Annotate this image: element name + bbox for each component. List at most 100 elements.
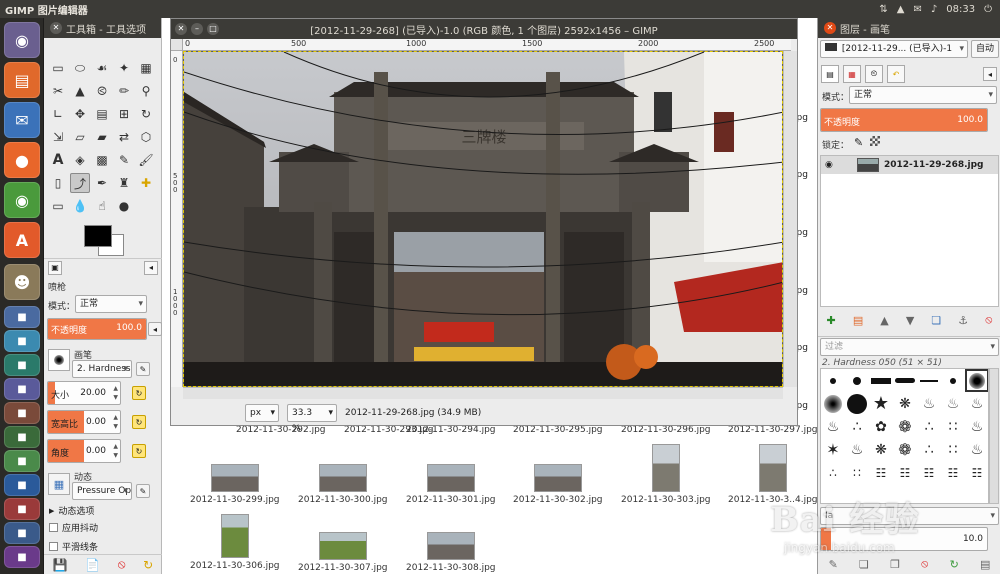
brush-cell[interactable]: ∷ (845, 461, 869, 484)
fuzzy-select-icon[interactable]: ✦ (114, 58, 134, 78)
scissors-icon[interactable]: ✂ (48, 81, 68, 101)
lower-layer-icon[interactable]: ▼ (906, 314, 914, 327)
auto-button[interactable]: 自动 (971, 40, 999, 58)
flip-icon[interactable]: ⇄ (114, 127, 134, 147)
unit-select[interactable]: px (245, 404, 279, 422)
dynamics-options-expander[interactable]: ▶ 动态选项 (49, 504, 94, 518)
file-thumbnail[interactable]: 2012-11-30-308.jpg (406, 532, 496, 573)
refresh-brushes-icon[interactable]: ↻ (950, 558, 959, 571)
brush-scrollbar[interactable] (989, 368, 999, 504)
close-icon[interactable]: ✕ (50, 22, 62, 34)
file-thumbnail[interactable]: 2012-11-30-3..4.jpg (728, 444, 818, 505)
brush-cell[interactable]: ∴ (821, 461, 845, 484)
stacked-app-icon[interactable]: ■ (4, 498, 40, 520)
rotate-icon[interactable]: ↻ (136, 104, 156, 124)
brush-preview[interactable] (48, 349, 70, 371)
close-icon[interactable]: ✕ (175, 23, 187, 35)
spin-arrows-icon[interactable]: ▲ ▼ (113, 413, 118, 431)
foreground-color-swatch[interactable] (84, 225, 112, 247)
brush-select[interactable]: 2. Hardness 0 (72, 360, 132, 378)
angle-spinner[interactable]: 角度 0.00 ▲ ▼ (47, 439, 121, 463)
rect-select-icon[interactable]: ▭ (48, 58, 68, 78)
file-thumbnail[interactable]: 2012-11-30-306.jpg (190, 514, 280, 571)
tab-menu-icon[interactable]: ◂ (983, 67, 997, 81)
brush-filter-input[interactable]: 过滤 (820, 338, 999, 356)
gimp-icon[interactable]: ☻ (4, 264, 40, 300)
brush-cell[interactable]: ♨ (917, 392, 941, 415)
clock[interactable]: 08:33 (946, 4, 975, 15)
brush-cell[interactable]: ♨ (845, 438, 869, 461)
aspect-spinner[interactable]: 宽高比 0.00 ▲ ▼ (47, 410, 121, 434)
anchor-layer-icon[interactable]: ⚓ (958, 314, 968, 327)
ruler-corner[interactable] (171, 39, 183, 51)
apply-jitter-checkbox[interactable]: 应用抖动 (49, 521, 98, 534)
eraser-icon[interactable]: ▯ (48, 173, 68, 193)
aspect-reset-icon[interactable]: ↻ (132, 415, 146, 429)
stacked-app-icon[interactable]: ■ (4, 450, 40, 472)
network-icon[interactable]: ▲ (897, 4, 905, 15)
tab-layers[interactable]: ▤ (821, 65, 839, 83)
brush-cell[interactable]: ☷ (941, 461, 965, 484)
layer-opacity-slider[interactable]: 不透明度 100.0 (820, 108, 988, 132)
tab-undo[interactable]: ↶ (887, 65, 905, 83)
layer-mode-select[interactable]: 正常 (849, 86, 997, 104)
ubuntu-dash-icon[interactable]: ◉ (4, 22, 40, 58)
file-thumbnail[interactable]: 2012-11-30-300.jpg (298, 464, 388, 505)
tool-options-tab-icon[interactable]: ▣ (48, 260, 62, 275)
stacked-app-icon[interactable]: ■ (4, 402, 40, 424)
brush-cell[interactable]: ♨ (821, 415, 845, 438)
maximize-icon[interactable]: □ (207, 23, 219, 35)
ink-icon[interactable]: ✒ (92, 173, 112, 193)
brush-cell[interactable]: ☷ (917, 461, 941, 484)
software-center-icon[interactable]: A (4, 222, 40, 258)
bucket-fill-icon[interactable]: ◈ (70, 150, 90, 170)
ellipse-select-icon[interactable]: ⬭ (70, 58, 90, 78)
chrome-icon[interactable]: ◉ (4, 182, 40, 218)
scale-icon[interactable]: ⇲ (48, 127, 68, 147)
brush-cell[interactable] (917, 369, 941, 392)
brush-cell[interactable]: ♨ (941, 392, 965, 415)
file-thumbnail[interactable]: 2012-11-30-301.jpg (406, 464, 496, 505)
volume-icon[interactable]: ♪ (931, 4, 937, 15)
brush-cell[interactable]: ♨ (965, 415, 988, 438)
brush-cell-selected[interactable] (965, 369, 988, 392)
tab-channels[interactable]: ▦ (843, 65, 861, 83)
stacked-app-icon[interactable]: ■ (4, 354, 40, 376)
perspective-icon[interactable]: ▰ (92, 127, 112, 147)
blur-icon[interactable]: 💧 (70, 196, 90, 216)
brush-cell[interactable]: ∷ (941, 438, 965, 461)
power-icon[interactable]: ⏻ (984, 4, 992, 15)
free-select-icon[interactable]: ☙ (92, 58, 112, 78)
shear-icon[interactable]: ▱ (70, 127, 90, 147)
stacked-app-icon[interactable]: ■ (4, 474, 40, 496)
brush-cell[interactable] (893, 369, 917, 392)
dynamics-select[interactable]: Pressure Opa (72, 482, 132, 500)
mail-icon[interactable]: ✉ (913, 4, 921, 15)
stacked-app-icon[interactable]: ■ (4, 546, 40, 568)
stacked-app-icon[interactable]: ■ (4, 378, 40, 400)
brush-cell[interactable]: ∴ (917, 415, 941, 438)
stacked-app-icon[interactable]: ■ (4, 330, 40, 352)
files-icon[interactable]: ▤ (4, 62, 40, 98)
layer-row[interactable]: ◉ 2012-11-29-268.jpg (821, 156, 998, 174)
brush-cell[interactable]: ☷ (893, 461, 917, 484)
checkbox-box[interactable] (49, 523, 58, 532)
new-layer-icon[interactable]: ✚ (827, 314, 836, 327)
heal-icon[interactable]: ✚ (136, 173, 156, 193)
size-reset-icon[interactable]: ↻ (132, 386, 146, 400)
brush-cell[interactable]: ∴ (917, 438, 941, 461)
pencil-icon[interactable]: ✎ (114, 150, 134, 170)
brush-cell[interactable]: ❁ (893, 415, 917, 438)
smooth-stroke-checkbox[interactable]: 平滑线条 (49, 540, 98, 553)
smudge-icon[interactable]: ☝ (92, 196, 112, 216)
brush-cell[interactable]: ❁ (893, 438, 917, 461)
clone-icon[interactable]: ♜ (114, 173, 134, 193)
tab-menu-icon[interactable]: ◂ (144, 260, 158, 275)
dynamics-preview[interactable]: ▦ (48, 473, 70, 495)
image-canvas[interactable]: 三牌楼 (183, 51, 783, 387)
brush-cell[interactable] (821, 392, 845, 415)
opacity-reset-icon[interactable]: ◂ (148, 322, 162, 336)
brush-cell[interactable] (845, 369, 869, 392)
checkbox-box[interactable] (49, 542, 58, 551)
duplicate-layer-icon[interactable]: ❏ (931, 314, 941, 327)
